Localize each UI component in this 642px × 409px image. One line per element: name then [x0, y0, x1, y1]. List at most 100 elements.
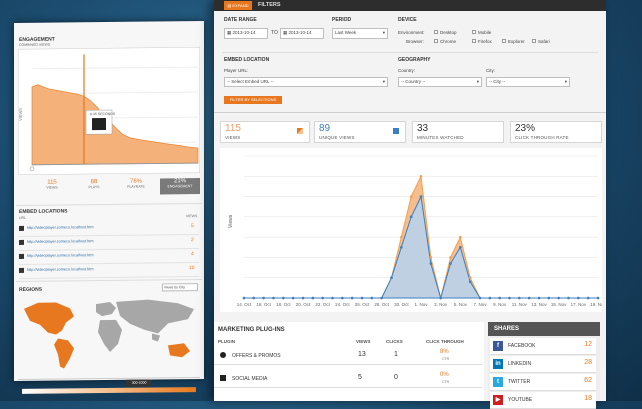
chevron-down-icon: ▾ — [382, 30, 385, 35]
plugin-ctr-sub: CTR — [442, 380, 450, 384]
unique-views-point — [518, 296, 521, 300]
views-point — [419, 174, 423, 178]
plugin-name: SOCIAL MEDIA — [232, 376, 268, 382]
safari-label: Safari — [538, 39, 550, 44]
chrome-label: Chrome — [440, 39, 457, 44]
unique-views-series-icon — [393, 128, 399, 134]
youtube-icon: ▶ — [493, 395, 503, 405]
date-to-input[interactable]: ▦ 2013-10-14 — [280, 28, 324, 39]
plugin-ctr-sub: CTR — [442, 357, 450, 361]
unique-views-point — [252, 296, 256, 300]
click-through-rate-stat: 23% CLICK THROUGH RATE — [510, 121, 602, 143]
col-plugin: PLUGIN — [218, 339, 236, 344]
embed-locations-list: http://videoplayer.someco.localhost.htm … — [19, 221, 199, 279]
regions-title: REGIONS — [19, 286, 43, 293]
country-select[interactable]: -- Country -- ▾ — [398, 77, 482, 87]
views-point — [459, 235, 462, 239]
embed-location-label: EMBED LOCATION — [224, 57, 270, 63]
x-tick-label: 26. Oct — [355, 302, 370, 307]
x-tick-label: 30. Oct — [394, 302, 409, 307]
player-url-select[interactable]: -- Select Embed URL -- ▾ — [224, 77, 388, 87]
unique-views-point — [311, 296, 315, 300]
twitter-icon: t — [493, 377, 503, 387]
explorer-checkbox[interactable] — [502, 39, 506, 43]
x-tick-label: 22. Oct — [315, 302, 330, 307]
period-label: PERIOD — [332, 17, 352, 23]
unique-views-point — [390, 276, 393, 280]
x-tick-label: 16. Oct — [256, 302, 271, 307]
svg-text:VIEWS: VIEWS — [18, 108, 23, 121]
embed-views: 5 — [191, 223, 194, 230]
desktop-checkbox[interactable] — [434, 30, 438, 34]
share-name: FACEBOOK — [508, 343, 536, 349]
facebook-icon: f — [493, 341, 503, 351]
expand-button[interactable]: ▤ EXPAND — [224, 1, 252, 10]
engagement-chart: 0:45 SECONDS VIEWS — [18, 47, 200, 175]
embed-col-url: URL — [19, 215, 27, 220]
embed-url-link[interactable]: http://videoplayer.someco.localhost.htm — [27, 225, 93, 230]
views-point — [409, 195, 413, 198]
unique-views-point — [341, 296, 344, 300]
table-row[interactable]: OFFERS & PROMOS 13 1 8% CTR — [214, 348, 482, 365]
embed-col-views: VIEWS — [186, 214, 198, 219]
views-series-icon — [297, 128, 303, 134]
link-icon — [19, 253, 24, 259]
unique-views-point — [498, 296, 501, 300]
share-row-twitter[interactable]: t TWITTER 62 — [490, 374, 596, 391]
chrome-checkbox[interactable] — [434, 39, 438, 43]
unique-views-stat[interactable]: 89 UNIQUE VIEWS — [314, 121, 406, 143]
mobile-checkbox[interactable] — [472, 30, 476, 34]
share-row-facebook[interactable]: f FACEBOOK 12 — [490, 338, 596, 355]
firefox-label: Firefox — [478, 39, 492, 44]
geography-label: GEOGRAPHY — [398, 57, 431, 63]
col-clicks: CLICKS — [386, 339, 403, 344]
date-from-input[interactable]: ▦ 2013-10-14 — [224, 28, 268, 39]
list-item[interactable]: http://videoplayer.someco.localhost.htm … — [19, 263, 199, 279]
x-tick-label: 28. Oct — [374, 302, 389, 307]
plugin-ctr: 0% — [440, 372, 449, 378]
unique-views-point — [370, 296, 374, 300]
share-name: TWITTER — [508, 379, 531, 385]
linkedin-icon: in — [493, 359, 503, 369]
unique-views-point — [360, 296, 364, 300]
unique-views-point — [488, 296, 492, 300]
unique-views-point — [282, 296, 285, 300]
views-stat[interactable]: 115 VIEWS — [220, 121, 310, 143]
stat-views: 115 VIEWS — [46, 179, 58, 190]
unique-views-point — [586, 296, 590, 300]
x-tick-label: 11. Nov — [512, 302, 528, 307]
tooltip-text: 0:45 SECONDS — [90, 112, 116, 116]
chevron-down-icon: ▾ — [476, 79, 479, 84]
country-label: Country: — [398, 68, 416, 73]
embed-views: 10 — [189, 265, 195, 272]
embed-url-link[interactable]: http://videoplayer.someco.localhost.htm — [27, 253, 93, 258]
embed-locations-title: EMBED LOCATIONS — [19, 208, 68, 215]
period-select[interactable]: Last Week ▾ — [332, 28, 388, 39]
share-row-linkedin[interactable]: in LINKEDIN 28 — [490, 356, 596, 373]
share-name: LINKEDIN — [508, 361, 532, 367]
city-select[interactable]: -- City -- ▾ — [486, 77, 570, 87]
unique-views-point — [380, 296, 383, 300]
filter-by-selections-button[interactable]: FILTER BY SELECTIONS — [224, 96, 282, 104]
x-tick-label: 5. Nov — [454, 302, 468, 307]
share-count: 12 — [584, 341, 592, 348]
embed-url-link[interactable]: http://videoplayer.someco.localhost.htm — [27, 267, 93, 272]
unique-views-point — [527, 296, 531, 300]
unique-views-point — [459, 245, 462, 249]
x-tick-label: 3. Nov — [434, 302, 448, 307]
chevron-down-icon: ▾ — [564, 79, 567, 84]
unique-views-point — [596, 296, 600, 300]
unique-views-point — [439, 296, 442, 300]
table-row[interactable]: SOCIAL MEDIA 5 0 0% CTR — [214, 371, 482, 388]
firefox-checkbox[interactable] — [472, 39, 476, 43]
views-point — [468, 276, 472, 280]
regions-dropdown[interactable]: Views by City — [162, 283, 198, 292]
x-tick-label: 13. Nov — [531, 302, 547, 307]
device-label: DEVICE — [398, 17, 417, 23]
embed-url-link[interactable]: http://videoplayer.someco.localhost.htm — [27, 239, 93, 244]
col-click-through: CLICK THROUGH — [426, 339, 464, 344]
mobile-label: Mobile — [478, 30, 492, 35]
x-tick-label: 9. Nov — [493, 302, 507, 307]
plugin-clicks: 0 — [394, 374, 398, 381]
safari-checkbox[interactable] — [532, 39, 536, 43]
